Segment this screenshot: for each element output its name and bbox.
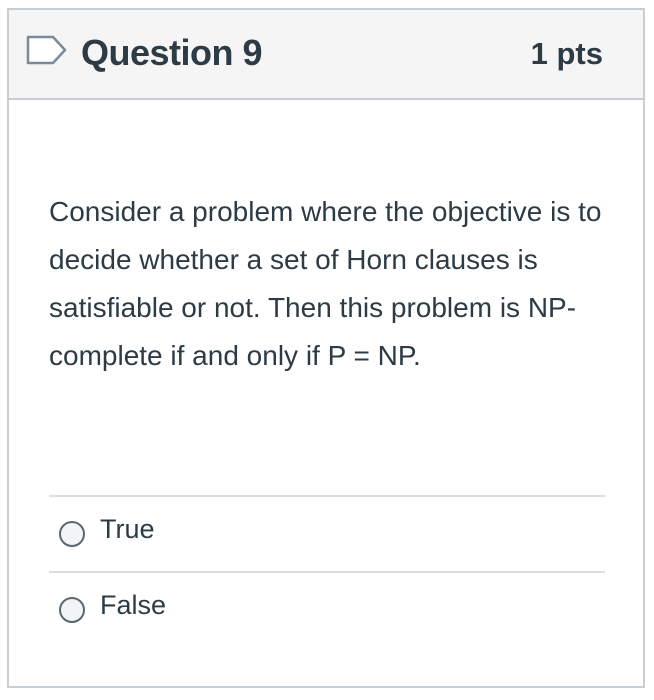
answer-option-false[interactable]: False (49, 571, 605, 647)
radio-button[interactable] (59, 597, 85, 623)
flag-outline-icon[interactable] (25, 34, 69, 66)
answer-label: False (100, 590, 167, 620)
question-card: Question 9 1 pts Consider a problem wher… (7, 8, 645, 688)
answer-list: True False (49, 495, 605, 647)
question-title: Question 9 (81, 32, 263, 73)
question-header: Question 9 1 pts (9, 10, 643, 100)
radio-button[interactable] (59, 521, 85, 547)
answer-option-true[interactable]: True (49, 495, 605, 571)
question-points: 1 pts (530, 36, 603, 71)
question-text: Consider a problem where the objective i… (49, 196, 602, 371)
answer-label: True (100, 514, 155, 544)
